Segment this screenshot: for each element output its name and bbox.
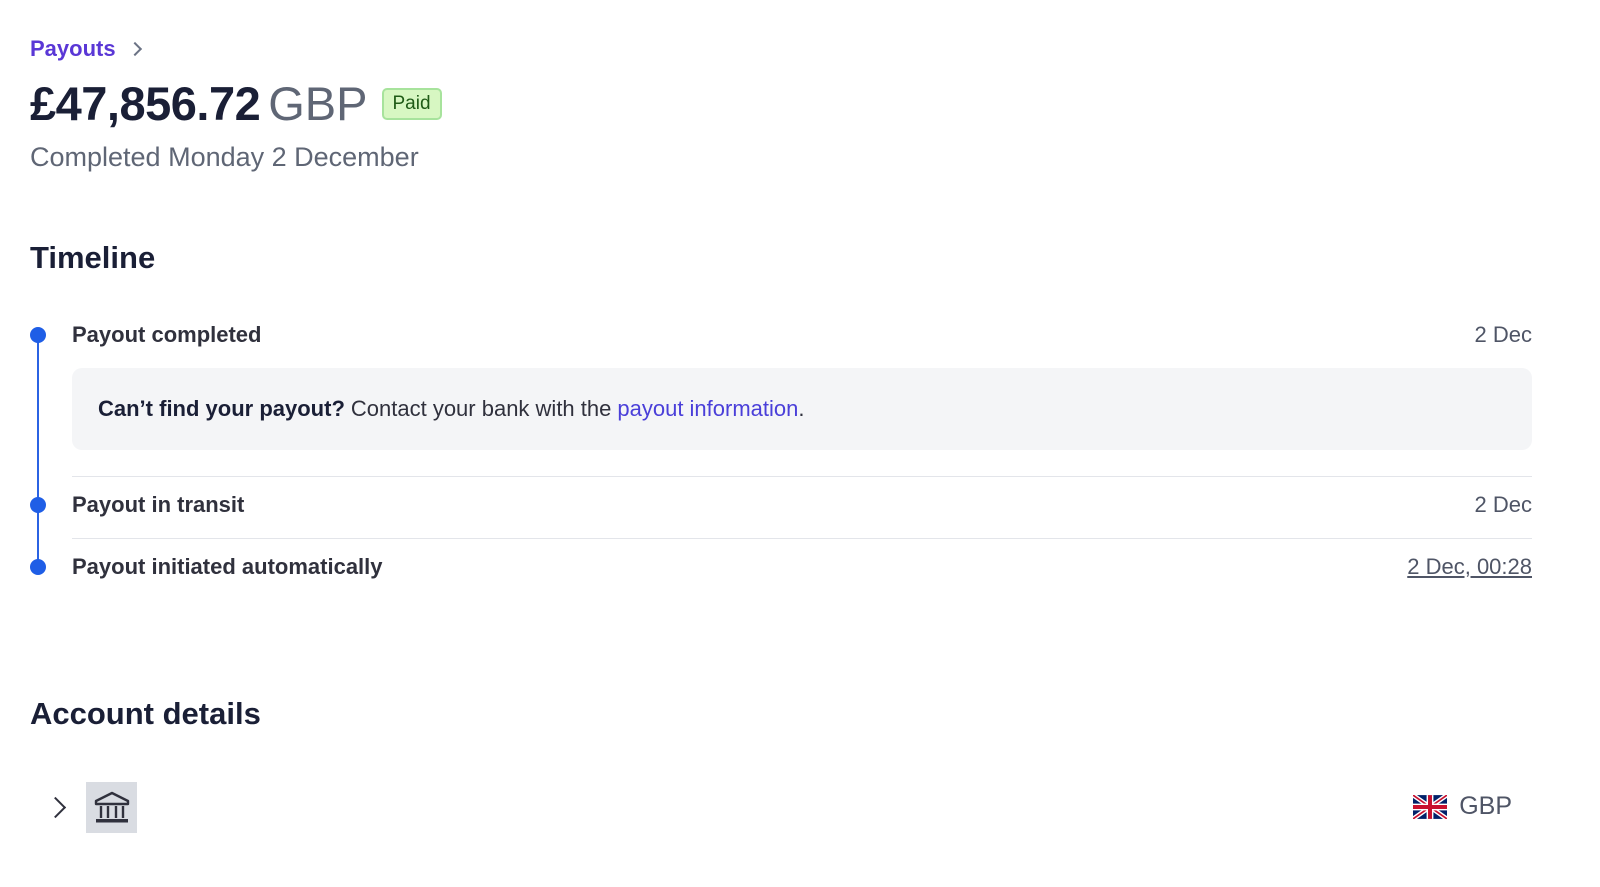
timeline-event-completed: Payout completed 2 Dec	[72, 322, 1532, 348]
help-question: Can’t find your payout?	[98, 396, 345, 421]
event-title: Payout initiated automatically	[72, 554, 383, 579]
divider	[72, 476, 1532, 477]
timeline-line	[37, 336, 39, 568]
timeline-dot	[30, 497, 46, 513]
payout-information-link[interactable]: payout information	[617, 396, 798, 422]
status-badge: Paid	[381, 87, 442, 120]
timeline-dot	[30, 327, 46, 343]
timeline-event-initiated: Payout initiated automatically 2 Dec, 00…	[72, 554, 1532, 580]
timeline-heading: Timeline	[30, 240, 156, 275]
completion-subtitle: Completed Monday 2 December	[30, 142, 419, 172]
payout-currency: GBP	[268, 77, 368, 130]
payout-help-box: Can’t find your payout? Contact your ban…	[72, 368, 1532, 450]
account-currency: GBP	[1413, 792, 1512, 821]
payout-amount: £47,856.72	[30, 77, 261, 130]
bank-account-row[interactable]: GBP	[30, 780, 1532, 834]
account-currency-label: GBP	[1459, 792, 1512, 820]
help-text: Contact your bank with the	[350, 396, 612, 421]
breadcrumb: Payouts	[30, 36, 142, 62]
payout-header: £47,856.72 GBP Paid	[30, 76, 442, 131]
event-date: 2 Dec	[1474, 322, 1532, 347]
chevron-right-icon[interactable]	[44, 796, 67, 819]
account-details-heading: Account details	[30, 696, 261, 731]
event-title: Payout completed	[72, 322, 262, 347]
timeline-dot	[30, 559, 46, 575]
uk-flag-icon	[1413, 794, 1448, 819]
breadcrumb-payouts-link[interactable]: Payouts	[30, 36, 116, 62]
event-date: 2 Dec	[1474, 492, 1532, 517]
chevron-right-icon	[127, 41, 142, 57]
divider	[72, 538, 1532, 539]
event-title: Payout in transit	[72, 492, 245, 517]
timeline-event-transit: Payout in transit 2 Dec	[72, 492, 1532, 518]
help-period: .	[798, 396, 805, 421]
timeline: Payout completed 2 Dec Can’t find your p…	[30, 320, 1532, 590]
event-timestamp-link[interactable]: 2 Dec, 00:28	[1407, 554, 1532, 580]
bank-icon	[86, 782, 137, 833]
